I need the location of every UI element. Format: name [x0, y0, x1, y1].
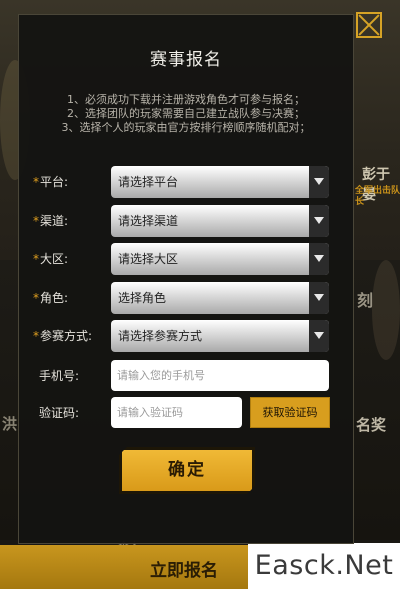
mode-select-value: 请选择参赛方式: [118, 329, 203, 343]
role-label: *角色:: [33, 291, 69, 305]
phone-label: 手机号:: [39, 369, 80, 383]
registration-modal: 赛事报名 1、必须成功下载并注册游戏角色才可参与报名； 2、选择团队的玩家需要自…: [18, 14, 354, 544]
code-label: 验证码:: [39, 406, 80, 420]
mode-select[interactable]: 请选择参赛方式: [111, 320, 329, 352]
role-row: *角色: 选择角色: [19, 282, 353, 314]
required-mark: *: [33, 291, 39, 305]
required-mark: *: [33, 214, 39, 228]
get-code-button[interactable]: 获取验证码: [250, 397, 330, 428]
confirm-button[interactable]: 确定: [119, 447, 255, 494]
channel-select-value: 请选择渠道: [118, 214, 179, 228]
background-decoration: [372, 260, 400, 360]
region-row: *大区: 请选择大区: [19, 243, 353, 275]
code-row: 验证码: 获取验证码: [19, 397, 353, 429]
modal-title: 赛事报名: [150, 50, 222, 70]
region-select[interactable]: 请选择大区: [111, 243, 329, 275]
platform-select-value: 请选择平台: [118, 175, 179, 189]
required-mark: *: [33, 252, 39, 266]
phone-input[interactable]: [111, 360, 329, 391]
note-line: 1、必须成功下载并注册游戏角色才可参与报名；: [67, 93, 305, 106]
region-select-value: 请选择大区: [118, 252, 179, 266]
background-left-text: 洪: [2, 415, 18, 433]
dropdown-arrow-icon: [309, 282, 329, 314]
watermark: Easck.Net: [248, 543, 400, 589]
role-select[interactable]: 选择角色: [111, 282, 329, 314]
dropdown-arrow-icon: [309, 205, 329, 237]
register-now-label: 立即报名: [150, 561, 218, 581]
channel-select[interactable]: 请选择渠道: [111, 205, 329, 237]
dropdown-arrow-icon: [309, 320, 329, 352]
region-label: *大区:: [33, 252, 69, 266]
close-button[interactable]: [356, 12, 382, 38]
background-prize-text: 名奖: [356, 416, 387, 434]
note-line: 2、选择团队的玩家需要自己建立战队参与决赛；: [67, 107, 305, 120]
platform-row: *平台: 请选择平台: [19, 166, 353, 198]
dropdown-arrow-icon: [309, 166, 329, 198]
dropdown-arrow-icon: [309, 243, 329, 275]
role-select-value: 选择角色: [118, 291, 167, 305]
mode-label: *参赛方式:: [33, 329, 93, 343]
required-mark: *: [33, 329, 39, 343]
code-input[interactable]: [111, 397, 242, 428]
background-mid-text: 刻: [357, 291, 374, 310]
required-mark: *: [33, 175, 39, 189]
channel-row: *渠道: 请选择渠道: [19, 205, 353, 237]
registration-notes: 1、必须成功下载并注册游戏角色才可参与报名； 2、选择团队的玩家需要自己建立战队…: [19, 93, 353, 135]
mode-row: *参赛方式: 请选择参赛方式: [19, 320, 353, 352]
note-line: 3、选择个人的玩家由官方按排行榜顺序随机配对；: [61, 121, 311, 134]
phone-row: 手机号:: [19, 360, 353, 392]
background-hero-subtitle: 全军出击队长: [355, 186, 400, 207]
platform-select[interactable]: 请选择平台: [111, 166, 329, 198]
platform-label: *平台:: [33, 175, 69, 189]
channel-label: *渠道:: [33, 214, 69, 228]
